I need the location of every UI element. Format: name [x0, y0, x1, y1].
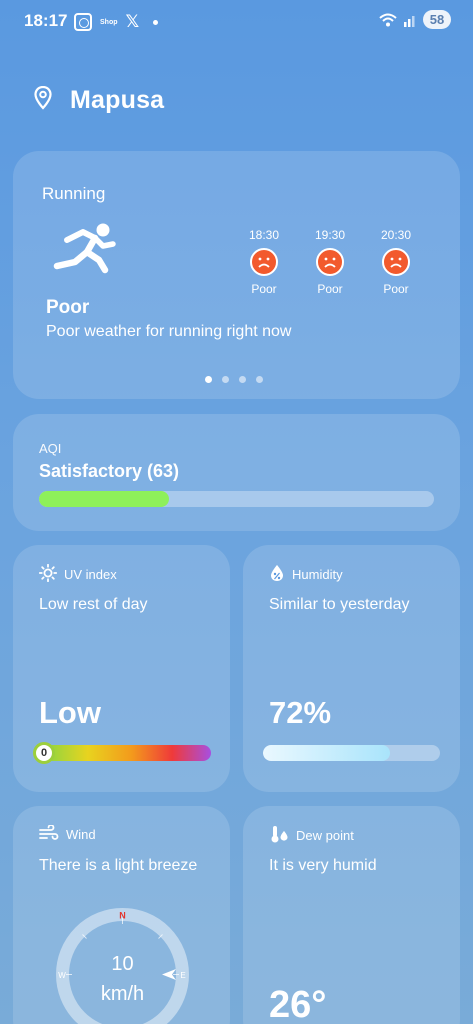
forecast-time: 19:30: [314, 228, 346, 242]
dew-point-value: 26°: [269, 984, 327, 1024]
sun-icon: [38, 563, 58, 585]
humidity-header: Humidity: [269, 564, 343, 585]
sad-face-icon: [250, 248, 278, 276]
location-title: Mapusa: [70, 86, 165, 114]
status-time: 18:17: [24, 11, 68, 30]
forecast-rating: Poor: [383, 282, 409, 296]
thermometer-drop-icon: [269, 825, 289, 846]
humidity-card[interactable]: Humidity Similar to yesterday 72%: [243, 545, 460, 792]
shop-label: Shop: [100, 18, 118, 26]
signal-icon: [403, 13, 417, 27]
humidity-label: Humidity: [292, 567, 343, 582]
wind-speed-unit: km/h: [100, 983, 145, 1005]
uv-value: Low: [39, 695, 101, 730]
page-dot[interactable]: [222, 376, 229, 383]
page-dot-active[interactable]: [205, 376, 212, 383]
forecast-item: 19:30 Poor: [310, 228, 350, 296]
dew-point-label: Dew point: [296, 828, 354, 843]
humidity-bar: [263, 745, 440, 761]
forecast-time: 20:30: [380, 228, 412, 242]
page-indicator[interactable]: [205, 376, 263, 383]
wind-label: Wind: [66, 827, 96, 842]
page-dot[interactable]: [239, 376, 246, 383]
forecast-rating: Poor: [251, 282, 277, 296]
sad-face-icon: [316, 248, 344, 276]
shop-app-icon: [74, 13, 92, 31]
humidity-value: 72%: [269, 695, 332, 730]
battery-badge: 58: [423, 10, 451, 29]
x-app-icon: 𝕏: [125, 12, 140, 32]
dew-point-description: It is very humid: [269, 857, 377, 874]
aqi-bar: [39, 491, 434, 507]
aqi-label: AQI: [39, 441, 62, 456]
uv-description: Low rest of day: [39, 596, 148, 613]
runner-icon: [53, 222, 119, 279]
system-icons: 58: [379, 10, 451, 29]
location-header[interactable]: Mapusa: [34, 85, 165, 115]
wind-header: Wind: [39, 824, 96, 844]
humidity-drop-icon: [269, 564, 285, 585]
wind-speed: 10 km/h: [54, 949, 191, 1009]
location-pin-icon: [34, 85, 52, 115]
running-description: Poor weather for running right now: [46, 323, 292, 340]
dew-point-header: Dew point: [269, 825, 354, 846]
status-bar: 18:17 Shop 𝕏 58: [0, 0, 473, 44]
uv-label: UV index: [64, 567, 117, 582]
forecast-item: 18:30 Poor: [244, 228, 284, 296]
forecast-rating: Poor: [317, 282, 343, 296]
humidity-description: Similar to yesterday: [269, 596, 410, 613]
compass-north: N: [119, 911, 126, 921]
aqi-bar-fill: [39, 491, 170, 507]
uv-index-card[interactable]: UV index Low rest of day Low 0: [13, 545, 230, 792]
wifi-icon: [379, 13, 397, 27]
wind-speed-value: 10: [111, 953, 134, 975]
sad-face-icon: [382, 248, 410, 276]
running-rating: Poor: [46, 297, 90, 318]
wind-card[interactable]: Wind There is a light breeze N E W 10 km…: [13, 806, 230, 1024]
forecast-item: 20:30 Poor: [376, 228, 416, 296]
uv-scale-bar: [35, 745, 211, 761]
humidity-bar-fill: [263, 745, 391, 761]
forecast-time: 18:30: [248, 228, 280, 242]
uv-header: UV index: [38, 563, 117, 585]
uv-indicator: 0: [33, 742, 55, 764]
more-notifications-icon: [153, 19, 159, 25]
page-dot[interactable]: [256, 376, 263, 383]
dew-point-card[interactable]: Dew point It is very humid 26°: [243, 806, 460, 1024]
notification-icons: Shop 𝕏: [74, 12, 159, 32]
running-card[interactable]: Running Poor Poor weather for running ri…: [13, 151, 460, 399]
wind-icon: [39, 824, 59, 844]
running-title: Running: [42, 184, 106, 203]
wind-description: There is a light breeze: [39, 857, 198, 874]
aqi-value: Satisfactory (63): [39, 461, 180, 481]
aqi-card[interactable]: AQI Satisfactory (63): [13, 414, 460, 531]
